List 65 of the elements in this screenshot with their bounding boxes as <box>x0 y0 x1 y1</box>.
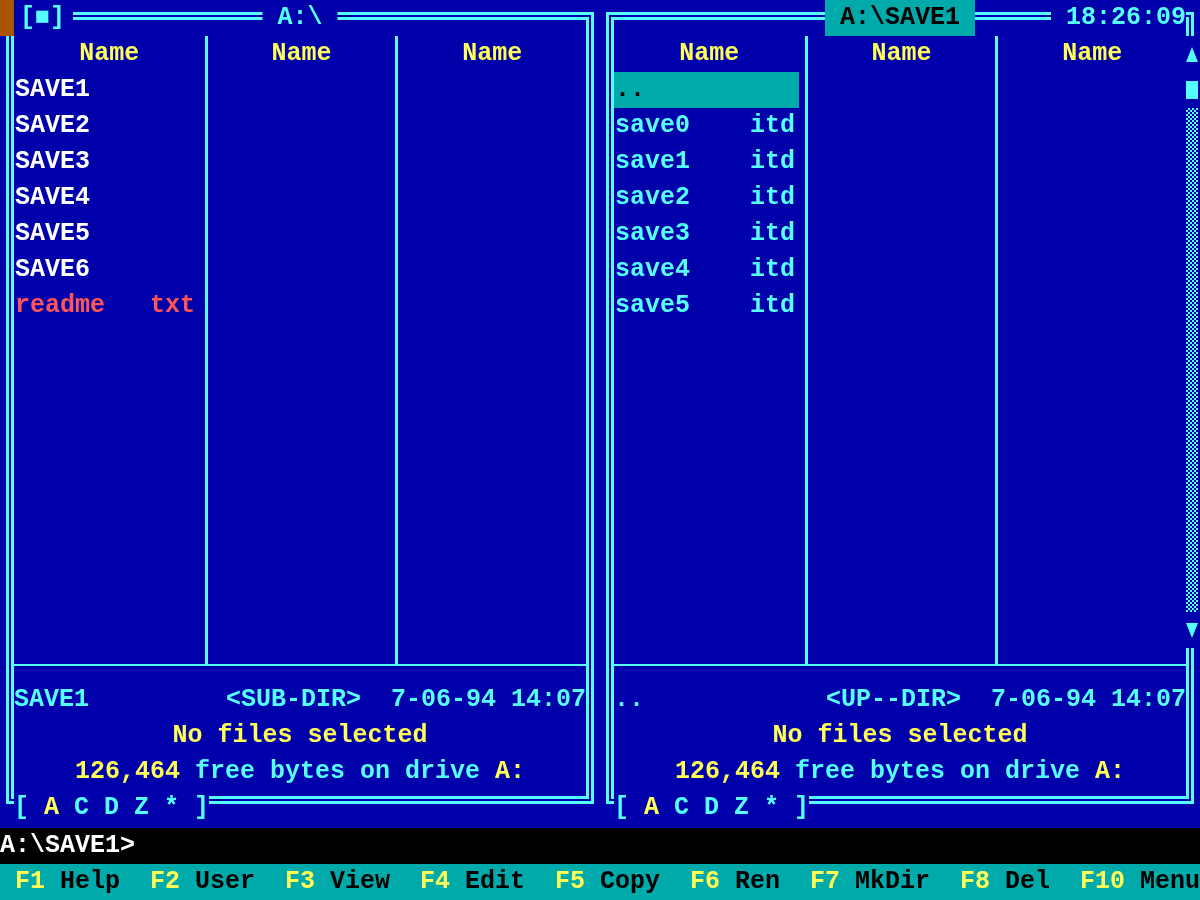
column-header: Name <box>461 38 524 70</box>
drive-button[interactable]: C <box>674 790 689 826</box>
scroll-thumb[interactable] <box>1186 81 1198 99</box>
drive-letter-text: A: <box>495 756 526 788</box>
bracket-text: ] <box>194 792 209 824</box>
file-item[interactable]: save0 itd <box>614 108 799 144</box>
column-header: Name <box>1061 38 1124 70</box>
bracket-text: ] <box>794 792 809 824</box>
free-space-label: free bytes on drive <box>195 756 481 788</box>
file-item[interactable]: .. <box>614 72 799 108</box>
column-header: Name <box>678 38 741 70</box>
mouse-cursor <box>0 0 14 36</box>
file-type-text: <SUB-DIR> <box>225 684 361 716</box>
drive-button[interactable]: Z <box>134 790 149 826</box>
free-bytes-text: 126,464 <box>74 756 180 788</box>
file-item[interactable]: save4 itd <box>614 252 799 288</box>
file-date-text: 7-06-94 <box>990 684 1096 716</box>
function-key[interactable]: F6 Ren <box>689 864 780 900</box>
file-item[interactable]: SAVE5 <box>14 216 199 252</box>
file-name-text: SAVE1 <box>14 684 89 716</box>
column-header: Name <box>270 38 333 70</box>
command-prompt[interactable]: A:\SAVE1> <box>0 831 136 860</box>
bracket-text: [ <box>14 792 29 824</box>
drive-button[interactable]: D <box>104 790 119 826</box>
column-header: Name <box>870 38 933 70</box>
file-item[interactable]: SAVE3 <box>14 144 199 180</box>
column-header: Name <box>78 38 141 70</box>
function-key[interactable]: F2 User <box>150 864 255 900</box>
file-name-text: .. <box>614 684 644 716</box>
file-time-text: 14:07 <box>511 684 586 716</box>
function-key[interactable]: F8 Del <box>959 864 1050 900</box>
bracket-text: [ <box>614 792 629 824</box>
free-bytes-text: 126,464 <box>674 756 780 788</box>
scroll-down-icon[interactable] <box>1186 622 1198 638</box>
function-key[interactable]: F7 MkDir <box>809 864 930 900</box>
file-item[interactable]: save1 itd <box>614 144 799 180</box>
function-key[interactable]: F3 View <box>284 864 390 900</box>
file-item[interactable]: SAVE1 <box>14 72 199 108</box>
file-date-text: 7-06-94 <box>390 684 496 716</box>
selection-status-text: No files selected <box>772 720 1028 752</box>
file-item[interactable]: save2 itd <box>614 180 799 216</box>
drive-button[interactable]: * <box>764 790 779 826</box>
file-item[interactable]: SAVE6 <box>14 252 199 288</box>
file-type-text: <UP--DIR> <box>825 684 961 716</box>
drive-letter-text: A: <box>1095 756 1126 788</box>
drive-button[interactable]: A <box>44 790 59 826</box>
function-key[interactable]: F4 Edit <box>419 864 525 900</box>
drive-button[interactable]: A <box>644 790 659 826</box>
function-key[interactable]: F5 Copy <box>554 864 660 900</box>
drive-button[interactable]: D <box>704 790 719 826</box>
scroll-up-icon[interactable] <box>1186 46 1198 62</box>
free-space-label: free bytes on drive <box>795 756 1081 788</box>
file-item[interactable]: readme txt <box>14 288 199 324</box>
drive-button[interactable]: * <box>164 790 179 826</box>
panel-title: A:\SAVE1 <box>825 0 975 36</box>
file-item[interactable]: SAVE4 <box>14 180 199 216</box>
file-item[interactable]: save3 itd <box>614 216 799 252</box>
file-item[interactable]: save5 itd <box>614 288 799 324</box>
file-time-text: 14:07 <box>1111 684 1186 716</box>
file-item[interactable]: SAVE2 <box>14 108 199 144</box>
drive-button[interactable]: Z <box>734 790 749 826</box>
selection-status-text: No files selected <box>172 720 428 752</box>
function-key[interactable]: F10 Menu <box>1079 864 1200 900</box>
function-key[interactable]: F1 Help <box>15 864 121 900</box>
drive-button[interactable]: C <box>74 790 89 826</box>
